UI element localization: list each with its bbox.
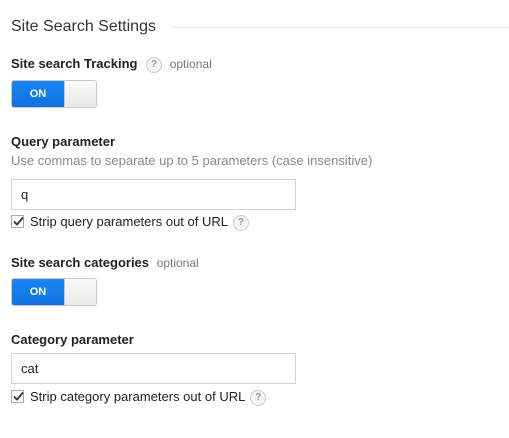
query-parameter-label: Query parameter <box>11 134 116 149</box>
section-header: Site Search Settings <box>11 17 509 39</box>
section-divider <box>171 27 509 28</box>
section-title: Site Search Settings <box>11 17 168 37</box>
checkmark-icon <box>13 216 24 226</box>
help-icon[interactable]: ? <box>250 389 267 406</box>
site-search-categories-row: Site search categories optional <box>11 255 199 271</box>
query-parameter-description: Use commas to separate up to 5 parameter… <box>11 153 373 168</box>
site-search-tracking-label: Site search Tracking <box>11 56 138 71</box>
category-parameter-label: Category parameter <box>11 332 134 347</box>
strip-query-parameters-row: Strip query parameters out of URL? <box>11 214 249 231</box>
category-parameter-input[interactable] <box>11 353 296 384</box>
site-search-categories-toggle[interactable]: ON <box>11 278 97 306</box>
site-search-tracking-toggle[interactable]: ON <box>11 80 97 108</box>
strip-category-parameters-label[interactable]: Strip category parameters out of URL <box>30 389 245 404</box>
strip-category-parameters-row: Strip category parameters out of URL? <box>11 389 267 406</box>
help-icon[interactable]: ? <box>146 56 163 73</box>
optional-tag: optional <box>169 57 212 71</box>
strip-query-parameters-label[interactable]: Strip query parameters out of URL <box>30 214 228 229</box>
help-icon[interactable]: ? <box>232 214 249 231</box>
strip-query-parameters-checkbox[interactable] <box>11 215 24 228</box>
toggle-on-label: ON <box>12 81 64 107</box>
site-search-tracking-row: Site search Tracking ? optional <box>11 56 212 73</box>
optional-tag: optional <box>156 256 199 270</box>
toggle-on-label: ON <box>12 279 64 305</box>
checkmark-icon <box>13 391 24 401</box>
strip-category-parameters-checkbox[interactable] <box>11 390 24 403</box>
toggle-knob <box>64 279 96 305</box>
toggle-knob <box>64 81 96 107</box>
query-parameter-input[interactable] <box>11 179 296 210</box>
site-search-categories-label: Site search categories <box>11 255 150 270</box>
